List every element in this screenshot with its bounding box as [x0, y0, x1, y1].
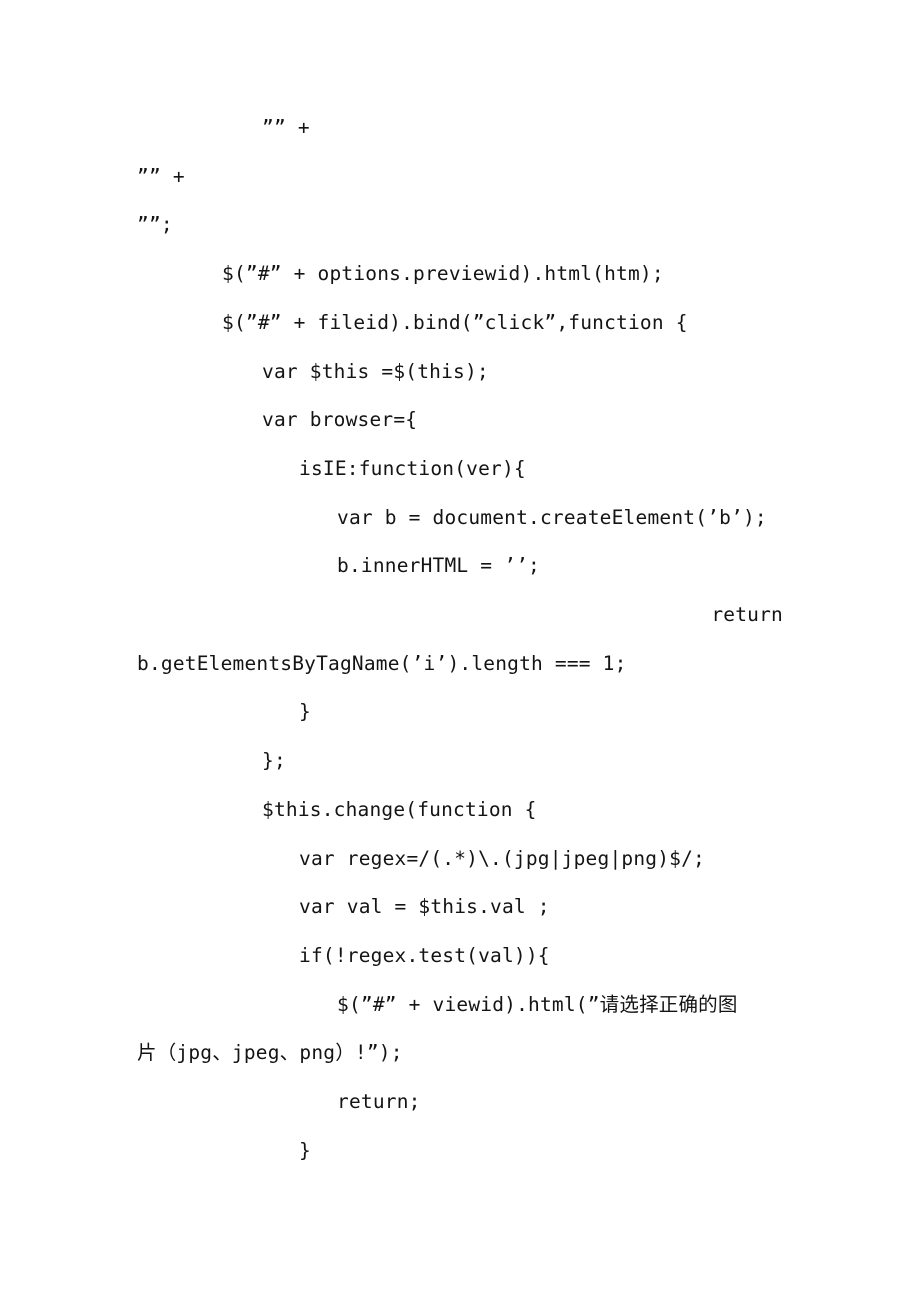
document-page: ”” + ”” + ””; $(”#” + options.previewid).ht…: [0, 0, 920, 1302]
code-line: };: [262, 749, 286, 773]
code-line: ””;: [137, 213, 173, 237]
code-line: return;: [337, 1090, 421, 1114]
code-line: var $this =$(this);: [262, 359, 489, 383]
code-line: var b = document.createElement(’b’);: [337, 505, 767, 529]
code-line: }: [299, 700, 311, 724]
code-line: $(”#” + fileid).bind(”click”,function {: [222, 310, 688, 334]
code-listing: ”” + ”” + ””; $(”#” + options.previewid).ht…: [137, 104, 783, 1175]
code-line: return: [711, 603, 783, 627]
code-line: ”” +: [137, 164, 185, 188]
code-line: $(”#” + options.previewid).html(htm);: [222, 262, 664, 286]
code-line: var val = $this.val ;: [299, 895, 550, 919]
code-line: }: [299, 1138, 311, 1162]
code-line: b.getElementsByTagName(’i’).length === 1…: [137, 651, 627, 675]
code-line: if(!regex.test(val)){: [299, 943, 550, 967]
code-line: var regex=/(.*)\.(jpg|jpeg|png)$/;: [299, 846, 705, 870]
code-line: isIE:function(ver){: [299, 456, 526, 480]
code-line: ”” +: [262, 116, 310, 139]
code-line: var browser={: [262, 408, 418, 432]
code-line: b.innerHTML = ’’;: [337, 554, 540, 578]
code-line: $this.change(function {: [262, 797, 537, 821]
code-line: 片（jpg、jpeg、png）!”);: [137, 1041, 403, 1065]
code-line: $(”#” + viewid).html(”请选择正确的图: [337, 992, 738, 1016]
